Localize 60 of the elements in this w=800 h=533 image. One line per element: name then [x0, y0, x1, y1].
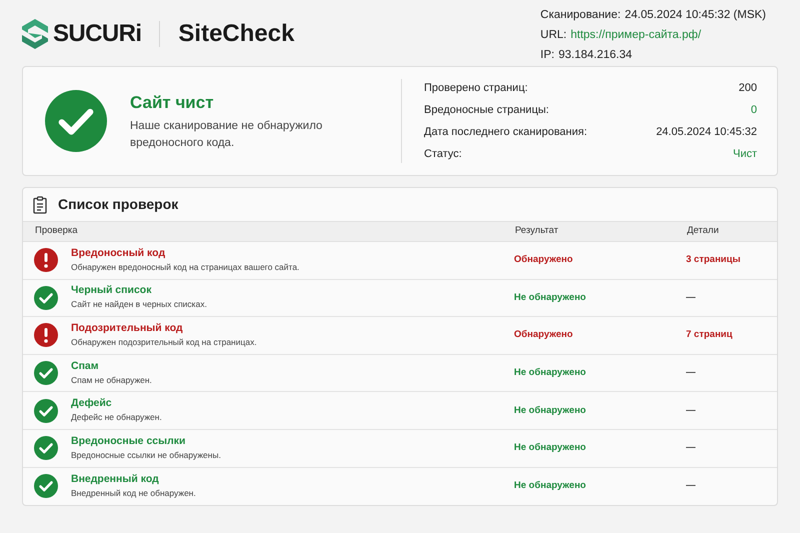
check-icon	[45, 90, 107, 152]
check-icon	[34, 436, 58, 460]
check-name: Черный список	[71, 284, 152, 298]
stat-label: Проверено страниц:	[424, 81, 528, 95]
details-text: —	[686, 366, 696, 380]
stat-value: 0	[750, 103, 757, 117]
alert-icon	[34, 323, 58, 348]
column-header: Результат	[515, 224, 558, 238]
check-icon	[34, 361, 58, 386]
clipboard-icon	[33, 196, 47, 214]
check-icon	[34, 398, 58, 423]
check-description: Дефейс не обнаружен.	[71, 411, 162, 424]
result-text: Не обнаружено	[514, 441, 586, 456]
check-description: Спам не обнаружен.	[71, 374, 152, 387]
info-label: IP:	[540, 48, 554, 62]
info-label: URL:	[540, 28, 567, 42]
check-name: Вредоносные ссылки	[71, 434, 186, 448]
result-text: Не обнаружено	[514, 290, 586, 305]
stat-value: 24.05.2024 10:45:32	[656, 125, 757, 139]
result-text: Не обнаружено	[514, 366, 586, 380]
check-description: Сайт не найден в черных списках.	[71, 298, 207, 312]
result-text: Не обнаружено	[514, 404, 586, 418]
check-description: Внедренный код не обнаружен.	[71, 486, 196, 500]
result-text: Не обнаружено	[514, 479, 586, 494]
stat-label: Статус:	[424, 147, 462, 161]
check-icon	[34, 286, 58, 310]
check-icon	[34, 474, 58, 498]
alert-icon	[34, 248, 58, 272]
result-text: Обнаружено	[514, 328, 573, 342]
check-description: Обнаружен подозрительный код на страницах.	[71, 336, 257, 349]
details-text: —	[686, 441, 696, 456]
status-description: Наше сканирование не обнаружило вредоносного кода.	[130, 119, 324, 152]
check-name: Подозрительный код	[71, 322, 184, 335]
logo-icon	[22, 19, 48, 49]
check-name: Внедренный код	[71, 472, 160, 486]
logo-text: SUCURi	[53, 19, 142, 49]
stat-value: 200	[738, 81, 757, 95]
check-name: Дефейс	[71, 397, 113, 410]
stat-label: Дата последнего сканирования:	[424, 125, 588, 139]
site-link[interactable]: https://пример-сайта.рф/	[570, 28, 702, 42]
check-description: Обнаружен вредоносный код на страницах вашего сайта.	[71, 260, 300, 274]
stat-value: Чист	[732, 147, 757, 161]
check-description: Вредоносные ссылки не обнаружены.	[71, 448, 221, 462]
column-header: Детали	[687, 224, 719, 238]
check-name: Вредоносный код	[71, 246, 166, 260]
details-text: —	[686, 290, 696, 305]
details-text: —	[686, 404, 696, 418]
info-label: Сканирование:	[540, 8, 621, 22]
info-value: 24.05.2024 10:45:32 (MSK)	[624, 8, 766, 22]
product-title: SiteCheck	[178, 19, 294, 49]
details-text: 3 страницы	[686, 253, 740, 268]
details-text: 7 страниц	[686, 328, 732, 342]
section-title: Список проверок	[58, 195, 178, 214]
details-text: —	[686, 479, 696, 494]
info-value: 93.184.216.34	[558, 48, 632, 62]
stat-label: Вредоносные страницы:	[424, 103, 549, 117]
check-name: Спам	[71, 360, 100, 373]
column-header: Проверка	[35, 224, 78, 238]
result-text: Обнаружено	[514, 253, 573, 268]
status-title: Сайт чист	[130, 92, 215, 114]
